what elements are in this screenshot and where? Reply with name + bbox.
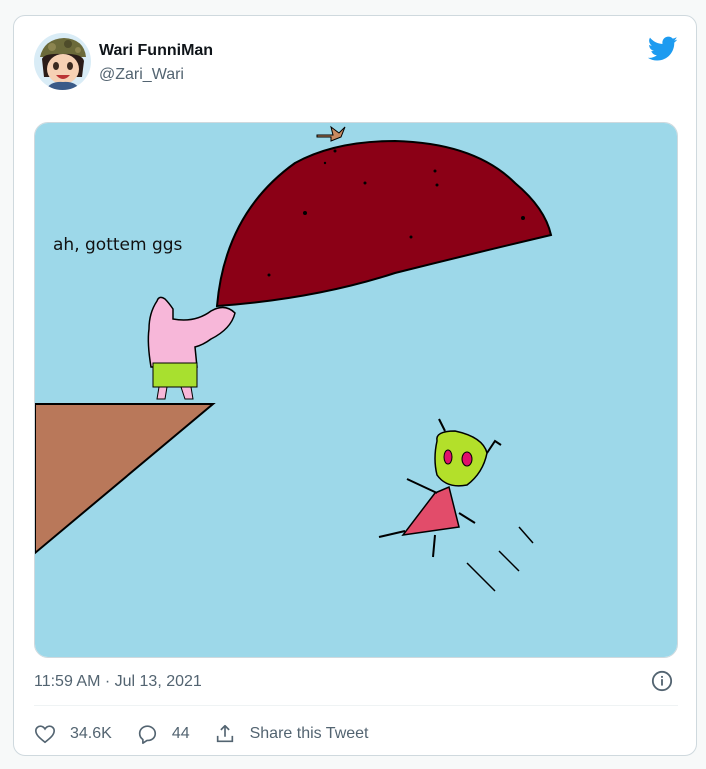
image-caption: ah, gottem ggs	[53, 235, 183, 255]
drawing-illustration	[35, 123, 677, 657]
like-button[interactable]: 34.6K	[34, 723, 112, 745]
reply-count: 44	[171, 725, 190, 742]
user-handle[interactable]: @Zari_Wari	[99, 66, 184, 84]
heart-icon	[35, 725, 55, 744]
reply-icon	[138, 725, 156, 744]
divider	[34, 705, 678, 706]
tweet-card: Wari FunniMan @Zari_Wari ah, gottem ggs …	[13, 15, 697, 756]
reply-button[interactable]: 44	[136, 723, 190, 745]
avatar-image	[34, 33, 91, 90]
tweet-actions: 34.6K 44 Share this Tweet	[34, 721, 393, 747]
share-label: Share this Tweet	[249, 725, 369, 742]
tweet-timestamp[interactable]: 11:59 AM · Jul 13, 2021	[34, 673, 202, 691]
share-button[interactable]: Share this Tweet	[214, 723, 369, 745]
share-icon	[216, 724, 233, 743]
display-name[interactable]: Wari FunniMan	[99, 42, 213, 60]
like-count: 34.6K	[70, 725, 112, 742]
avatar[interactable]	[34, 33, 91, 90]
info-icon[interactable]	[651, 670, 673, 692]
tweet-image[interactable]: ah, gottem ggs	[34, 122, 678, 658]
twitter-bird-icon[interactable]	[647, 36, 678, 62]
